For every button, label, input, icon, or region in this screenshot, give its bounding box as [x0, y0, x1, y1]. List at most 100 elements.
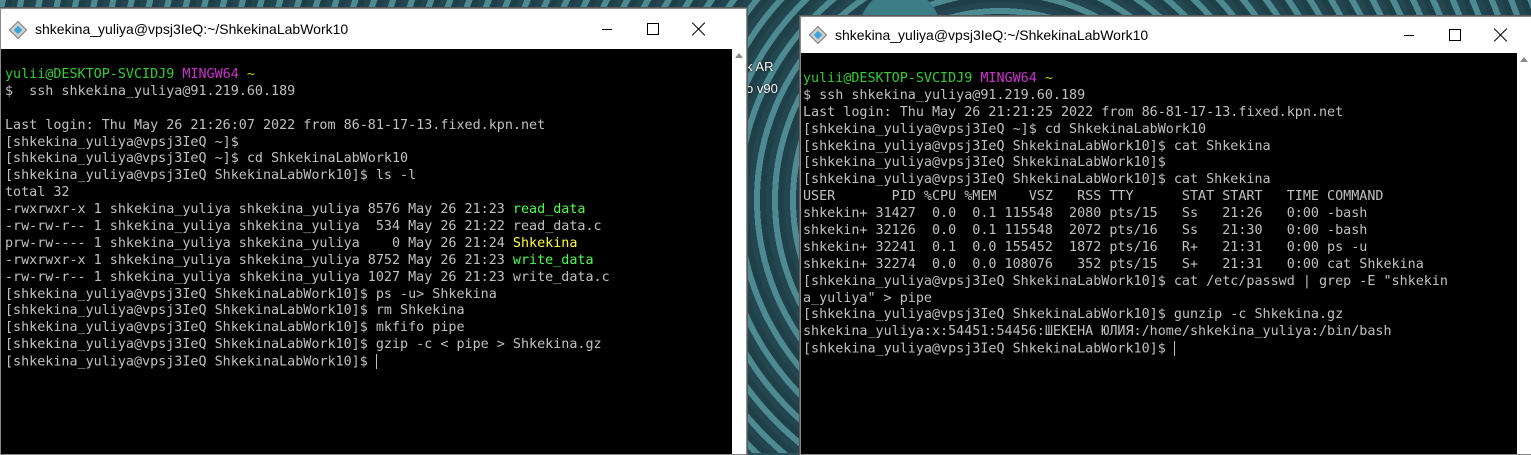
terminal-text: -rw-rw-r-- 1 shkekina_yuliya shkekina_yu…: [5, 219, 602, 235]
terminal-line: [shkekina_yuliya@vpsj3IeQ ~]$: [5, 135, 732, 152]
terminal-text: [shkekina_yuliya@vpsj3IeQ ~]$ cd Shkekin…: [5, 151, 409, 167]
desktop-label-line: o v90: [746, 81, 778, 96]
terminal-text: ~: [1044, 71, 1053, 86]
terminal-text: write_data: [512, 252, 594, 268]
terminal-text: MINGW64: [182, 67, 247, 82]
terminal-text: prw-rw---- 1 shkekina_yuliya shkekina_yu…: [5, 235, 513, 251]
close-icon: [692, 22, 706, 36]
close-button[interactable]: [676, 9, 722, 49]
terminal-line: [shkekina_yuliya@vpsj3IeQ ShkekinaLabWor…: [803, 172, 1518, 189]
terminal-text: [shkekina_yuliya@vpsj3IeQ ~]$: [5, 134, 239, 150]
maximize-button[interactable]: [630, 9, 676, 49]
terminal-text: total 32: [5, 185, 70, 201]
terminal-text: yulii@DESKTOP-SVCIDJ9: [803, 71, 981, 86]
terminal-line: -rwxrwxr-x 1 shkekina_yuliya shkekina_yu…: [5, 253, 732, 270]
terminal-window-right[interactable]: shkekina_yuliya@vpsj3IeQ:~/ShkekinaLabWo…: [800, 16, 1531, 455]
terminal-line: prw-rw---- 1 shkekina_yuliya shkekina_yu…: [5, 236, 732, 253]
maximize-button[interactable]: [1432, 17, 1478, 53]
terminal-line: yulii@DESKTOP-SVCIDJ9 MINGW64 ~: [803, 71, 1518, 88]
scrollbar[interactable]: [1517, 53, 1531, 454]
terminal-text: [shkekina_yuliya@vpsj3IeQ ShkekinaLabWor…: [803, 138, 1271, 154]
window-title: shkekina_yuliya@vpsj3IeQ:~/ShkekinaLabWo…: [835, 27, 1149, 43]
terminal-text: shkekin+ 31427 0.0 0.1 115548 2080 pts/1…: [803, 206, 1368, 222]
terminal-window-left[interactable]: shkekina_yuliya@vpsj3IeQ:~/ShkekinaLabWo…: [0, 8, 747, 455]
terminal-line: [shkekina_yuliya@vpsj3IeQ ShkekinaLabWor…: [5, 337, 732, 354]
terminal-line: [shkekina_yuliya@vpsj3IeQ ShkekinaLabWor…: [5, 168, 732, 185]
terminal-text: shkekin+ 32274 0.0 0.0 108076 352 pts/15…: [803, 256, 1424, 272]
scrollbar[interactable]: [732, 49, 746, 454]
title-bar[interactable]: shkekina_yuliya@vpsj3IeQ:~/ShkekinaLabWo…: [1, 9, 746, 49]
terminal-text: [shkekina_yuliya@vpsj3IeQ ShkekinaLabWor…: [803, 155, 1166, 171]
terminal-text: [shkekina_yuliya@vpsj3IeQ ShkekinaLabWor…: [5, 337, 602, 353]
terminal-text: shkekin+ 32126 0.0 0.1 115548 2072 pts/1…: [803, 223, 1368, 239]
terminal-line: shkekin+ 32241 0.1 0.0 155452 1872 pts/1…: [803, 240, 1518, 257]
terminal-line: total 32: [5, 185, 732, 202]
terminal-line: [shkekina_yuliya@vpsj3IeQ ShkekinaLabWor…: [5, 354, 732, 371]
terminal-text: -rw-rw-r-- 1 shkekina_yuliya shkekina_yu…: [5, 269, 610, 285]
terminal-line: $ ssh shkekina_yuliya@91.219.60.189: [5, 84, 732, 101]
terminal-text: [shkekina_yuliya@vpsj3IeQ ShkekinaLabWor…: [5, 286, 497, 302]
terminal-line: shkekin+ 31427 0.0 0.1 115548 2080 pts/1…: [803, 206, 1518, 223]
desktop-shortcut-label[interactable]: k AR o v90: [746, 56, 778, 100]
scroll-up-arrow-icon[interactable]: [735, 53, 743, 58]
terminal-text: $ ssh shkekina_yuliya@91.219.60.189: [5, 83, 296, 99]
terminal-text: Last login: Thu May 26 21:26:07 2022 fro…: [5, 117, 546, 133]
terminal-text: a_yuliya" > pipe: [803, 290, 932, 306]
terminal-line: [shkekina_yuliya@vpsj3IeQ ShkekinaLabWor…: [803, 341, 1518, 358]
terminal-line: shkekina_yuliya:x:54451:54456:ШЕКЕНА ЮЛИ…: [803, 324, 1518, 341]
terminal-line: -rw-rw-r-- 1 shkekina_yuliya shkekina_yu…: [5, 219, 732, 236]
window-title: shkekina_yuliya@vpsj3IeQ:~/ShkekinaLabWo…: [35, 21, 349, 37]
terminal-text: yulii@DESKTOP-SVCIDJ9: [5, 67, 183, 82]
terminal-line: [shkekina_yuliya@vpsj3IeQ ShkekinaLabWor…: [803, 139, 1518, 156]
terminal-line: shkekin+ 32274 0.0 0.0 108076 352 pts/15…: [803, 257, 1518, 274]
terminal-output[interactable]: yulii@DESKTOP-SVCIDJ9 MINGW64 ~ $ ssh shk…: [5, 67, 732, 454]
terminal-text: [shkekina_yuliya@vpsj3IeQ ~]$ cd Shkekin…: [803, 121, 1207, 137]
terminal-text: [shkekina_yuliya@vpsj3IeQ ShkekinaLabWor…: [5, 354, 376, 370]
terminal-text: MINGW64: [980, 71, 1045, 86]
git-bash-icon: [809, 26, 827, 44]
terminal-line: [shkekina_yuliya@vpsj3IeQ ~]$ cd Shkekin…: [5, 151, 732, 168]
title-bar[interactable]: shkekina_yuliya@vpsj3IeQ:~/ShkekinaLabWo…: [801, 17, 1531, 53]
desktop-label-line: k AR: [746, 59, 774, 74]
terminal-text: Shkekina: [512, 235, 578, 251]
minimize-button[interactable]: [584, 9, 630, 49]
scroll-up-arrow-icon[interactable]: [1520, 57, 1528, 62]
terminal-line: [shkekina_yuliya@vpsj3IeQ ~]$ cd Shkekin…: [803, 122, 1518, 139]
terminal-text: [shkekina_yuliya@vpsj3IeQ ShkekinaLabWor…: [803, 341, 1174, 357]
terminal-line: USER PID %CPU %MEM VSZ RSS TTY STAT STAR…: [803, 189, 1518, 206]
terminal-line: [shkekina_yuliya@vpsj3IeQ ShkekinaLabWor…: [5, 303, 732, 320]
terminal-line: [shkekina_yuliya@vpsj3IeQ ShkekinaLabWor…: [803, 274, 1518, 291]
close-button[interactable]: [1478, 17, 1524, 53]
terminal-text: Last login: Thu May 26 21:21:25 2022 fro…: [803, 104, 1344, 120]
terminal-line: a_yuliya" > pipe: [803, 291, 1518, 308]
minimize-icon: [602, 28, 612, 30]
close-icon: [1494, 28, 1508, 42]
minimize-icon: [1404, 34, 1414, 36]
terminal-line: Last login: Thu May 26 21:21:25 2022 fro…: [803, 105, 1518, 122]
terminal-text: -rwxrwxr-x 1 shkekina_yuliya shkekina_yu…: [5, 202, 513, 218]
terminal-text: shkekin+ 32241 0.1 0.0 155452 1872 pts/1…: [803, 239, 1368, 255]
terminal-line: [shkekina_yuliya@vpsj3IeQ ShkekinaLabWor…: [803, 155, 1518, 172]
maximize-icon: [647, 23, 659, 35]
minimize-button[interactable]: [1386, 17, 1432, 53]
terminal-text: [shkekina_yuliya@vpsj3IeQ ShkekinaLabWor…: [5, 320, 465, 336]
terminal-output[interactable]: yulii@DESKTOP-SVCIDJ9 MINGW64 ~ $ ssh shk…: [803, 71, 1518, 454]
terminal-text: [shkekina_yuliya@vpsj3IeQ ShkekinaLabWor…: [5, 168, 417, 184]
terminal-text: $ ssh shkekina_yuliya@91.219.60.189: [803, 87, 1086, 103]
terminal-text: [shkekina_yuliya@vpsj3IeQ ShkekinaLabWor…: [803, 273, 1448, 289]
terminal-text: shkekina_yuliya:x:54451:54456:ШЕКЕНА ЮЛИ…: [803, 324, 1392, 340]
terminal-line: -rw-rw-r-- 1 shkekina_yuliya shkekina_yu…: [5, 270, 732, 287]
terminal-line: [shkekina_yuliya@vpsj3IeQ ShkekinaLabWor…: [5, 320, 732, 337]
terminal-line: Last login: Thu May 26 21:26:07 2022 fro…: [5, 118, 732, 135]
terminal-text: ~: [246, 67, 255, 82]
terminal-text: [shkekina_yuliya@vpsj3IeQ ShkekinaLabWor…: [803, 307, 1344, 323]
terminal-text: USER PID %CPU %MEM VSZ RSS TTY STAT STAR…: [803, 189, 1384, 205]
text-cursor: [375, 354, 377, 370]
terminal-text: read_data: [512, 202, 586, 218]
maximize-icon: [1449, 29, 1461, 41]
terminal-text: -rwxrwxr-x 1 shkekina_yuliya shkekina_yu…: [5, 252, 513, 268]
terminal-line: [shkekina_yuliya@vpsj3IeQ ShkekinaLabWor…: [5, 287, 732, 304]
terminal-line: yulii@DESKTOP-SVCIDJ9 MINGW64 ~: [5, 67, 732, 84]
terminal-text: [shkekina_yuliya@vpsj3IeQ ShkekinaLabWor…: [5, 303, 465, 319]
